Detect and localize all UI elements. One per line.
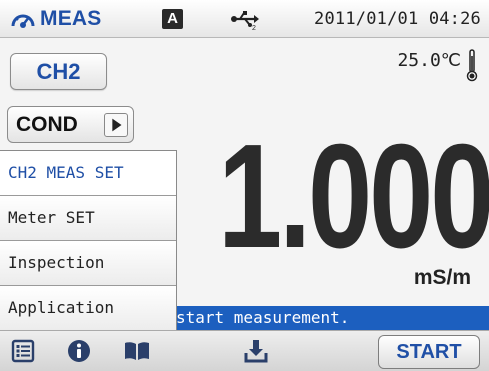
- book-icon[interactable]: [123, 339, 151, 363]
- parameter-label: COND: [16, 112, 78, 136]
- info-icon[interactable]: [67, 339, 91, 363]
- menu-item-ch2-meas-set[interactable]: CH2 MEAS SET: [0, 151, 176, 196]
- measurement-unit: mS/m: [413, 266, 471, 289]
- gauge-icon: [11, 14, 35, 28]
- usb-icon: 2: [231, 11, 259, 31]
- svg-text:2: 2: [252, 25, 256, 31]
- bottom-toolbar: START: [0, 330, 489, 371]
- menu-item-meter-set[interactable]: Meter SET: [0, 196, 176, 241]
- status-bar: MEAS A 2 2011/01/01 04:26: [0, 0, 489, 38]
- start-button[interactable]: START: [378, 335, 480, 369]
- meas-mode-indicator[interactable]: MEAS: [10, 7, 101, 31]
- temperature-value: 25.0℃: [397, 50, 461, 71]
- meter-screen: MEAS A 2 2011/01/01 04:26 CH2 25.0℃ COND…: [0, 0, 489, 371]
- menu-item-inspection[interactable]: Inspection: [0, 241, 176, 286]
- parameter-selector[interactable]: COND: [7, 106, 134, 143]
- date-time: 2011/01/01 04:26: [314, 9, 481, 29]
- download-icon[interactable]: [244, 339, 268, 363]
- mode-label: MEAS: [40, 7, 102, 30]
- channel-button[interactable]: CH2: [10, 53, 107, 90]
- play-arrow-icon[interactable]: [104, 113, 128, 137]
- side-menu: CH2 MEAS SET Meter SET Inspection Applic…: [0, 150, 177, 331]
- menu-item-application[interactable]: Application: [0, 286, 176, 331]
- thermometer-icon: [466, 49, 478, 82]
- measurement-reading: 1.000: [218, 114, 489, 279]
- auto-mode-badge: A: [162, 9, 183, 29]
- menu-list-icon[interactable]: [11, 339, 35, 363]
- status-message: start measurement.: [176, 308, 350, 327]
